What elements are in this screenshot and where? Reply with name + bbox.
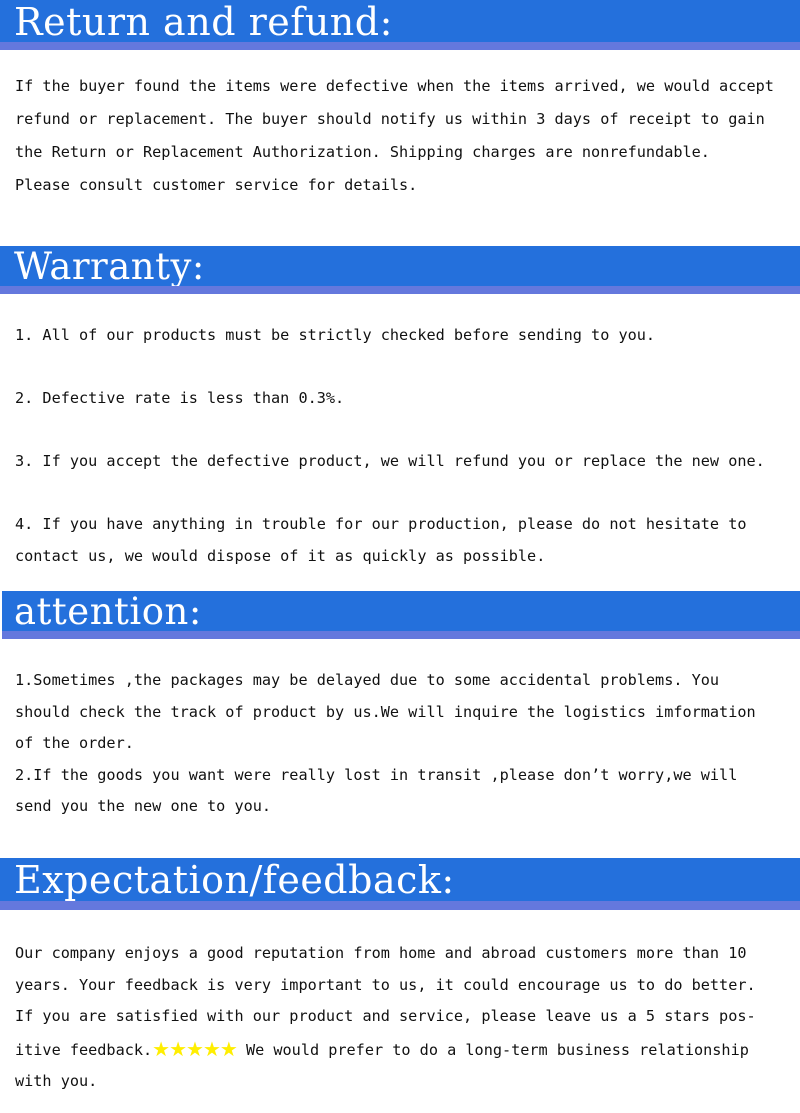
body-line-with-rating: itive feedback.★★★★★ We would prefer to … (15, 1033, 800, 1067)
header-accent-strip (0, 286, 800, 294)
body-line: 2. Defective rate is less than 0.3%. (15, 389, 345, 407)
body-line: If you are satisfied with our product an… (15, 1007, 756, 1025)
body-line: refund or replacement. The buyer should … (15, 110, 765, 128)
section-heading-expectation-feedback: Expectation/feedback: (14, 858, 455, 902)
policy-page: Return and refund: If the buyer found th… (0, 0, 800, 1113)
body-line: should check the track of product by us.… (15, 702, 756, 721)
section-heading-return-and-refund: Return and refund: (14, 0, 393, 44)
feedback-text-before-stars: itive feedback. (15, 1040, 153, 1059)
feedback-text-after-stars: We would prefer to do a long-term busine… (236, 1040, 749, 1059)
body-line: the Return or Replacement Authorization.… (15, 143, 710, 161)
header-accent-strip (0, 901, 800, 910)
body-line: contact us, we would dispose of it as qu… (15, 547, 546, 565)
body-line: send you the new one to you. (15, 797, 272, 815)
section-body-return-and-refund: If the buyer found the items were defect… (15, 70, 800, 202)
section-heading-attention: attention: (14, 591, 202, 633)
header-accent-strip (2, 631, 800, 639)
section-header-warranty: Warranty: (0, 246, 800, 294)
body-line: 3. If you accept the defective product, … (15, 452, 765, 470)
header-accent-strip (0, 42, 800, 50)
body-line: 4. If you have anything in trouble for o… (15, 515, 747, 533)
section-header-attention: attention: (2, 591, 800, 639)
section-header-return-and-refund: Return and refund: (0, 0, 800, 50)
body-line: Our company enjoys a good reputation fro… (15, 944, 747, 962)
body-line: with you. (15, 1072, 98, 1090)
body-line: of the order. (15, 734, 134, 752)
body-line: Please consult customer service for deta… (15, 176, 418, 194)
star-rating-icon: ★★★★★ (152, 1036, 238, 1061)
body-line: years. Your feedback is very important t… (15, 975, 756, 994)
section-heading-warranty: Warranty: (14, 246, 205, 288)
section-header-expectation-feedback: Expectation/feedback: (0, 858, 800, 910)
section-body-expectation-feedback: Our company enjoys a good reputation fro… (15, 938, 800, 1098)
body-line: 1.Sometimes ,the packages may be delayed… (15, 671, 720, 689)
body-line: If the buyer found the items were defect… (15, 77, 774, 95)
body-line: 2.If the goods you want were really lost… (15, 765, 738, 784)
section-body-warranty: 1. All of our products must be strictly … (15, 325, 800, 567)
section-body-attention: 1.Sometimes ,the packages may be delayed… (15, 665, 800, 823)
body-line: 1. All of our products must be strictly … (15, 326, 656, 344)
